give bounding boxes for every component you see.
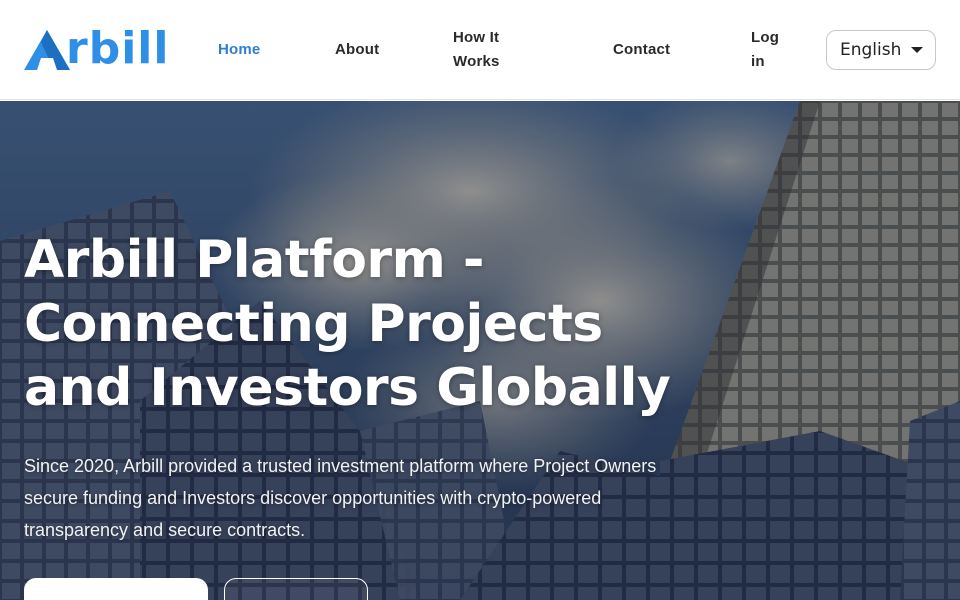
- nav-how-it-works-line1: How It: [453, 29, 500, 46]
- nav-how-it-works-line2: Works: [453, 53, 500, 70]
- language-selected-value: English: [840, 40, 902, 60]
- caret-down-icon: [911, 47, 923, 53]
- nav-login-line2: in: [751, 53, 765, 70]
- nav-about[interactable]: About: [335, 38, 379, 62]
- hero-subtitle: Since 2020, Arbill provided a trusted in…: [24, 456, 657, 540]
- site-header: rbill Home About How It Works Contact Lo…: [0, 0, 960, 100]
- hero-primary-button[interactable]: [24, 578, 208, 600]
- hero-title: Arbill Platform - Connecting Projects an…: [24, 230, 671, 418]
- nav-contact[interactable]: Contact: [613, 38, 670, 62]
- nav-home[interactable]: Home: [218, 38, 260, 62]
- logo-wordmark: rbill: [66, 23, 170, 74]
- hero-section: Arbill Platform - Connecting Projects an…: [0, 101, 960, 600]
- arbill-logo[interactable]: rbill: [24, 24, 168, 74]
- hero-secondary-button[interactable]: [224, 578, 368, 600]
- nav-login-line1: Log: [751, 29, 780, 46]
- nav-login[interactable]: Log in: [751, 26, 779, 74]
- language-select[interactable]: English: [826, 30, 936, 70]
- nav-how-it-works[interactable]: How It Works: [453, 26, 500, 74]
